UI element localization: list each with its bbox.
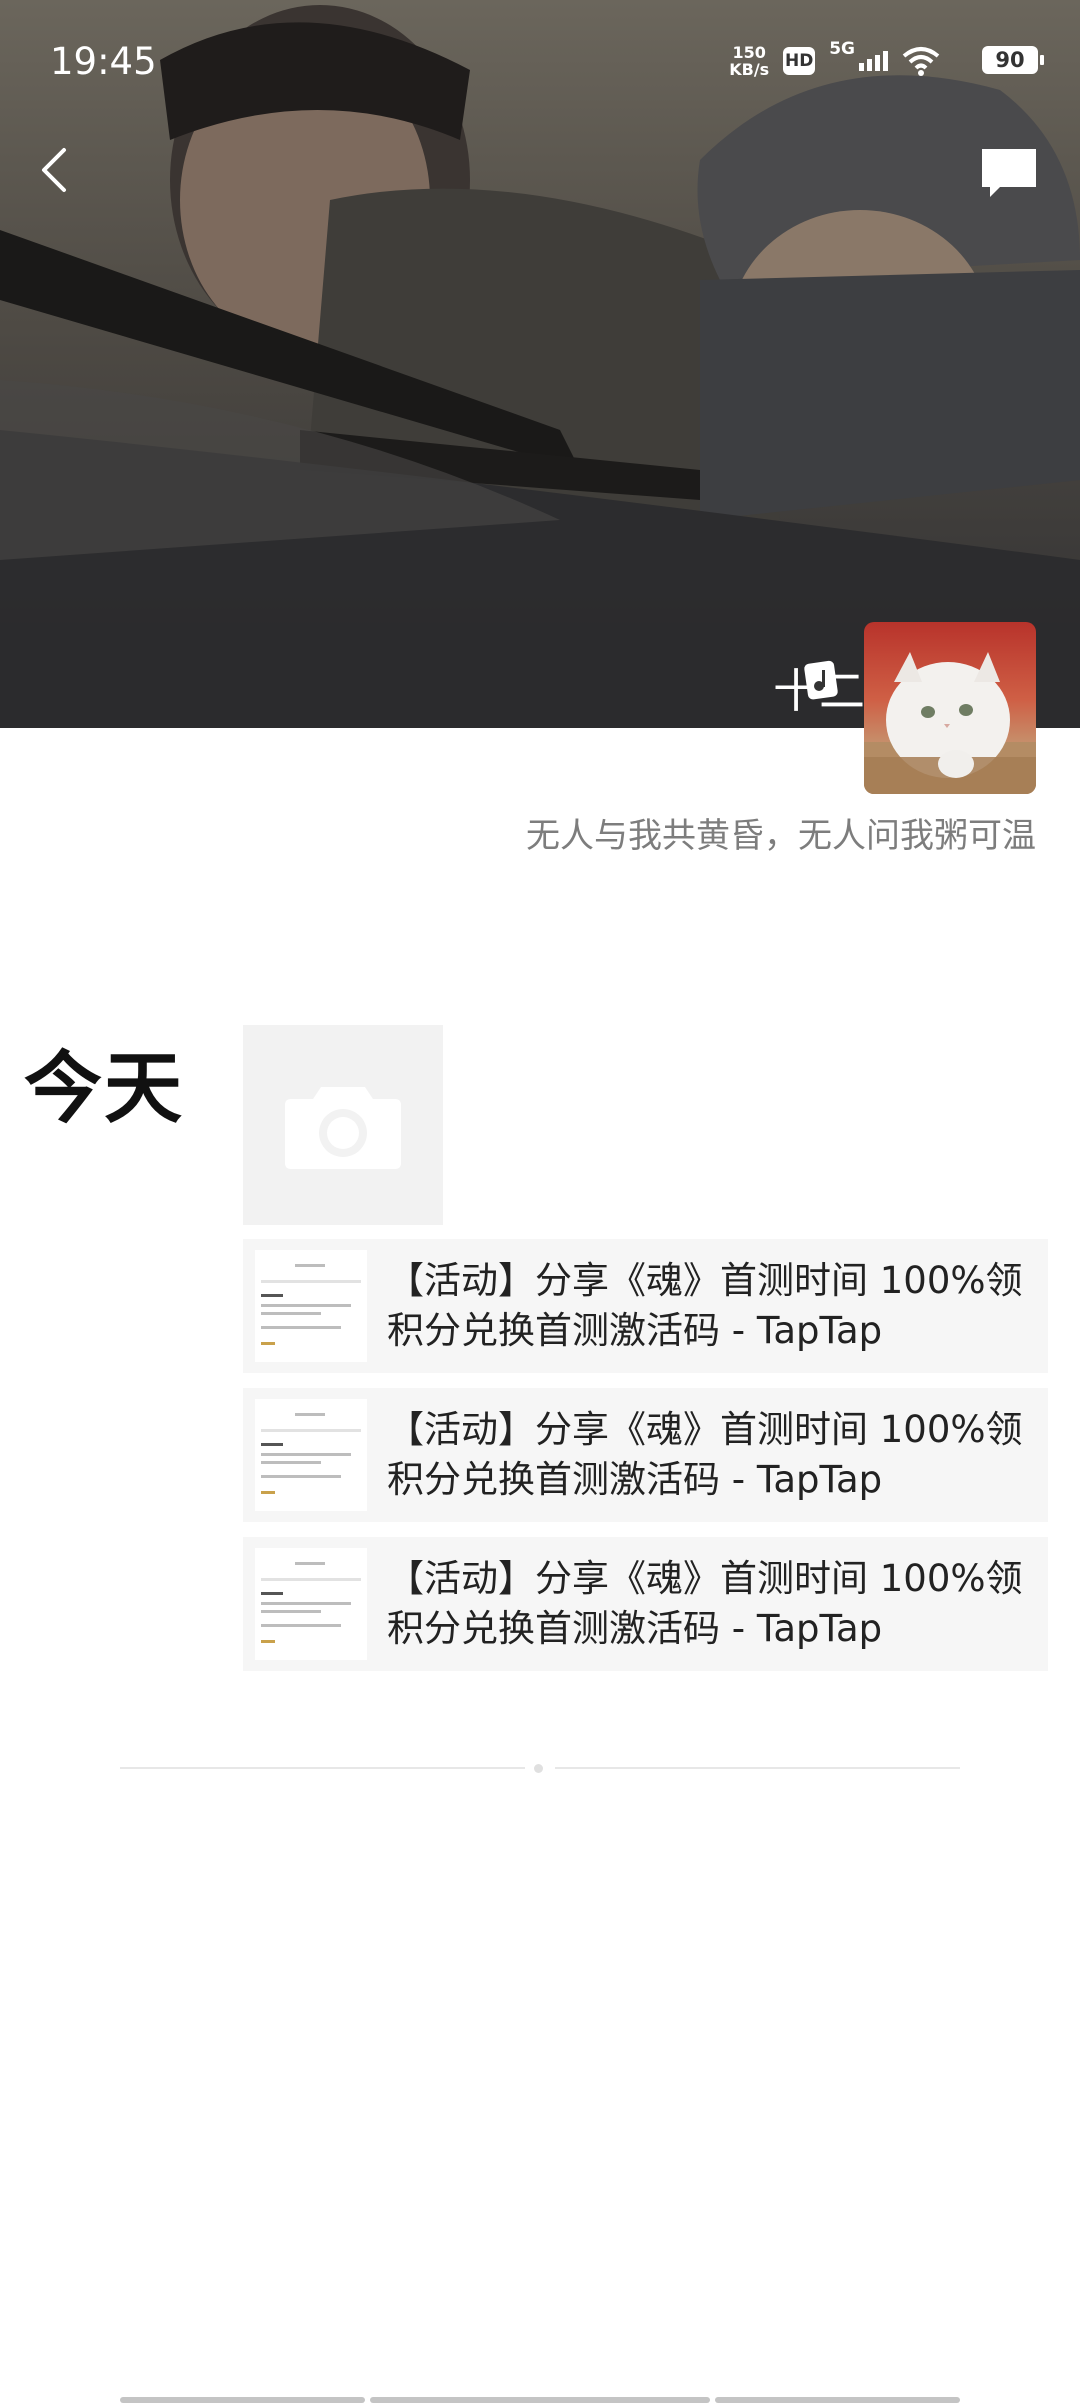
cover-photo[interactable]: 19:45 150 KB/s HD 5G 90 [0,0,1080,728]
gesture-bar-right [715,2397,960,2403]
gesture-bar-center [370,2397,710,2403]
new-post-camera-button[interactable] [243,1025,443,1225]
cat-avatar-image [864,652,1036,794]
status-icons: 150 KB/s HD 5G [729,39,940,78]
music-note-icon[interactable] [802,658,842,702]
user-signature: 无人与我共黄昏，无人问我粥可温 [526,816,1036,856]
end-divider-right [555,1767,960,1769]
chevron-left-icon [42,148,66,192]
end-divider-dot [534,1764,543,1773]
list-item[interactable]: 【活动】分享《魂》首测时间 100%领积分兑换首测激活码 - TapTap [243,1388,1048,1522]
post-thumbnail [255,1399,367,1511]
post-thumbnail [255,1548,367,1660]
signal-label: 5G [829,39,855,59]
post-title: 【活动】分享《魂》首测时间 100%领积分兑换首测激活码 - TapTap [387,1557,1023,1650]
comment-icon [982,149,1036,197]
avatar[interactable] [864,622,1036,794]
date-label: 今天 [24,1044,185,1134]
network-speed-value: 150 [732,43,766,62]
network-speed: 150 KB/s [729,44,769,78]
end-divider-left [120,1767,525,1769]
list-item[interactable]: 【活动】分享《魂》首测时间 100%领积分兑换首测激活码 - TapTap [243,1239,1048,1373]
camera-icon [285,1087,401,1169]
network-speed-unit: KB/s [729,60,770,79]
post-title: 【活动】分享《魂》首测时间 100%领积分兑换首测激活码 - TapTap [387,1259,1023,1352]
gesture-bar-left [120,2397,365,2403]
wifi-icon [902,47,940,76]
back-button[interactable] [30,140,80,200]
comment-button[interactable] [978,145,1040,201]
battery-icon: 90 [982,46,1044,74]
status-bar: 19:45 150 KB/s HD 5G 90 [0,0,1080,130]
list-item[interactable]: 【活动】分享《魂》首测时间 100%领积分兑换首测激活码 - TapTap [243,1537,1048,1671]
post-title: 【活动】分享《魂》首测时间 100%领积分兑换首测激活码 - TapTap [387,1408,1023,1501]
hd-icon: HD [783,47,816,75]
cellular-signal-icon: 5G [829,39,888,71]
post-thumbnail [255,1250,367,1362]
status-time: 19:45 [50,40,157,83]
